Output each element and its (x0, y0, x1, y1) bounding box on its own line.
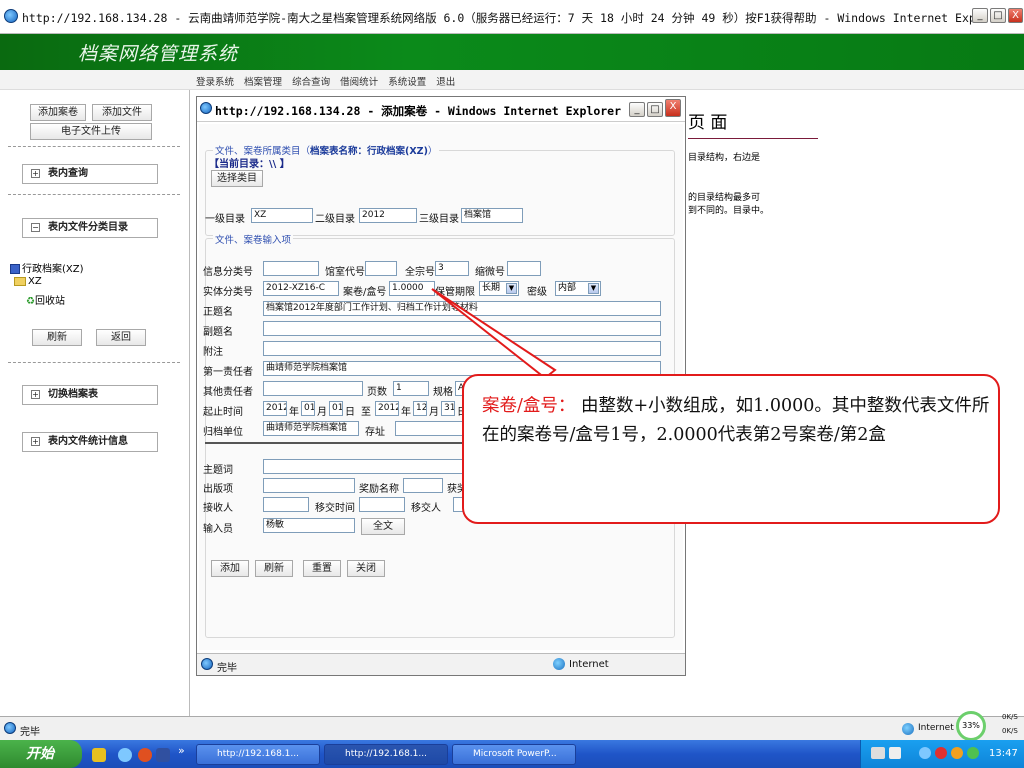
task-powerpoint[interactable]: Microsoft PowerP... (452, 744, 576, 765)
start-button[interactable]: 开始 (0, 740, 82, 768)
progress-badge: 33% (956, 711, 986, 741)
ie-quicklaunch-icon[interactable] (118, 748, 132, 762)
task-ie-1[interactable]: http://192.168.1... (196, 744, 320, 765)
browser-quicklaunch-icon[interactable] (138, 748, 152, 762)
system-tray: 13:47 (860, 740, 1024, 768)
network-icon[interactable] (919, 747, 931, 759)
upload-speed: 0K/S (1002, 713, 1018, 721)
browser-status-bar: 完毕 Internet 33% 0K/S 0K/S (0, 711, 1024, 741)
annotation-callout: 案卷/盒号： 由整数+小数组成，如1.0000。其中整数代表文件所在的案卷号/盒… (462, 374, 1000, 524)
callout-label: 案卷/盒号： (482, 396, 576, 416)
download-speed: 0K/S (1002, 727, 1018, 735)
status-text: 完毕 (20, 727, 40, 738)
globe-icon (902, 723, 914, 735)
messenger-icon[interactable] (951, 747, 963, 759)
quicklaunch-icon[interactable] (92, 748, 106, 762)
more-icon[interactable]: » (178, 744, 185, 757)
antivirus-icon[interactable] (935, 747, 947, 759)
help-icon[interactable] (889, 747, 901, 759)
page-icon (4, 722, 16, 734)
app-quicklaunch-icon[interactable] (156, 748, 170, 762)
zone-text: Internet (918, 723, 954, 733)
task-ie-2[interactable]: http://192.168.1... (324, 744, 448, 765)
security-icon[interactable] (967, 747, 979, 759)
printer-icon[interactable] (871, 747, 885, 759)
clock: 13:47 (989, 748, 1018, 759)
